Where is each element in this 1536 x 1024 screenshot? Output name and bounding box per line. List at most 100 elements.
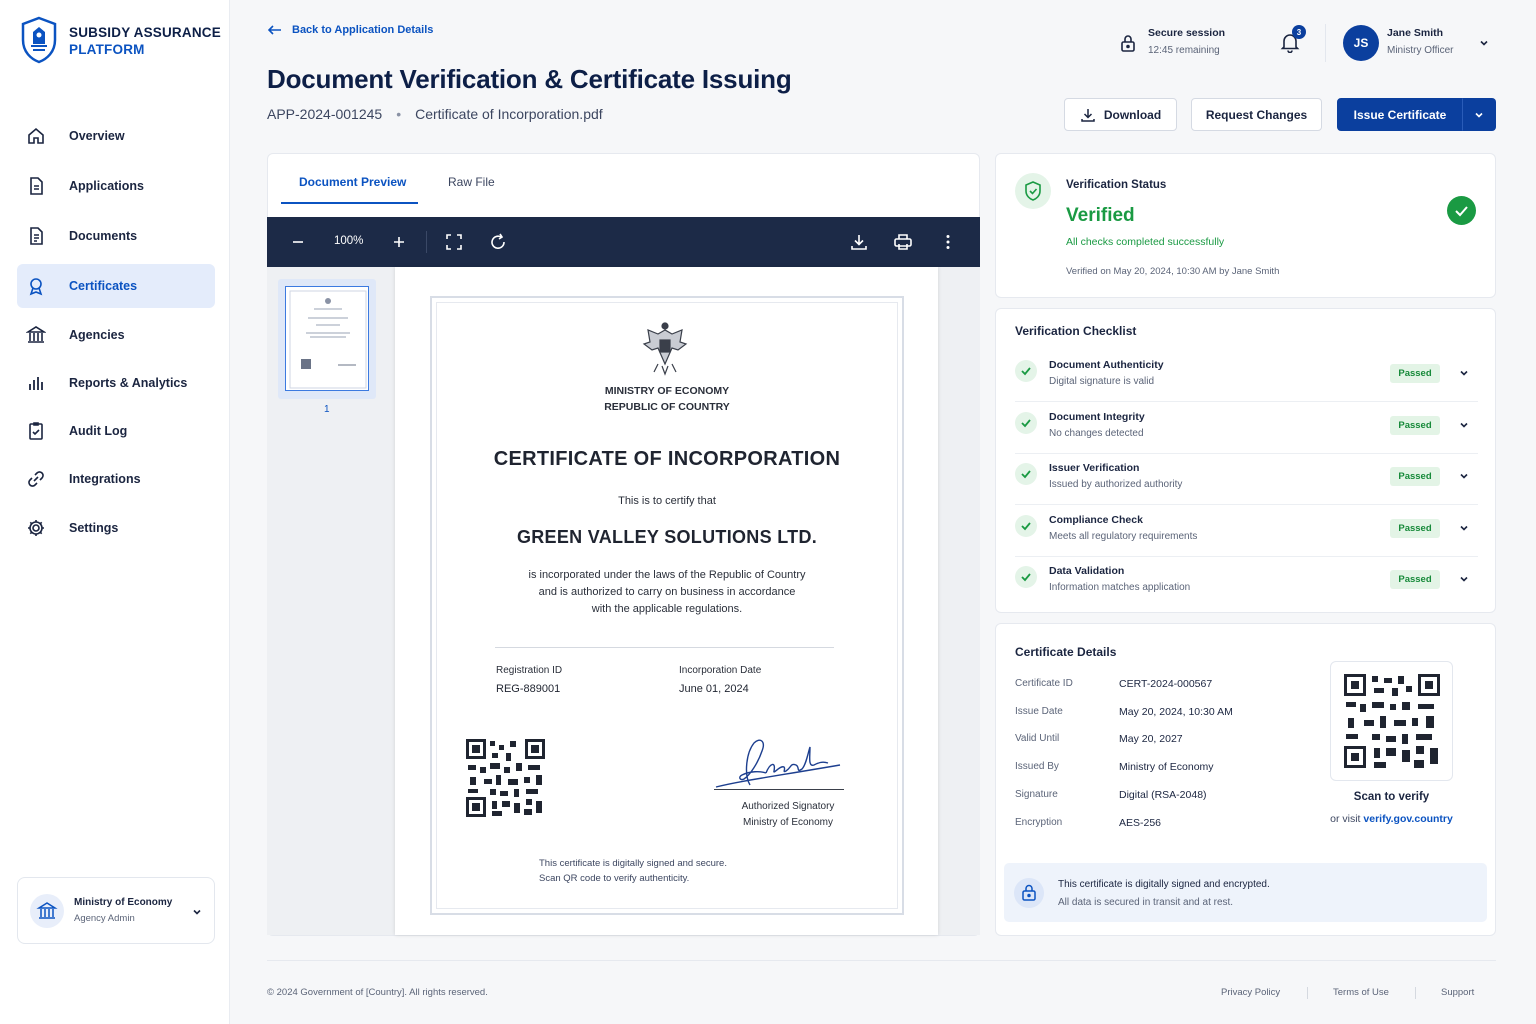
issued-by-value: Ministry of Economy xyxy=(1119,761,1214,773)
ministry-line2: REPUBLIC OF COUNTRY xyxy=(604,401,730,413)
sidebar-item-label: Certificates xyxy=(69,279,138,293)
checklist-item-data-validation: Data Validation Information matches appl… xyxy=(1015,556,1478,608)
avatar[interactable]: JS xyxy=(1343,25,1379,61)
sidebar-item-label: Integrations xyxy=(69,472,141,486)
footer-link-privacy[interactable]: Privacy Policy xyxy=(1221,987,1280,998)
detail-label: Encryption xyxy=(1015,817,1063,828)
tab-raw-file[interactable]: Raw File xyxy=(448,175,495,189)
chevron-down-icon[interactable] xyxy=(1458,367,1470,379)
checklist-item-title: Data Validation xyxy=(1049,565,1125,577)
clipboard-check-icon xyxy=(26,421,46,441)
checklist-item-subtitle: Digital signature is valid xyxy=(1049,376,1155,387)
brand-line2: PLATFORM xyxy=(69,42,145,57)
download-icon xyxy=(1080,107,1096,123)
valid-until-value: May 20, 2027 xyxy=(1119,733,1183,745)
more-options-icon[interactable] xyxy=(938,232,958,252)
detail-label: Signature xyxy=(1015,789,1058,800)
certificate-id-value: CERT-2024-000567 xyxy=(1119,678,1213,690)
checklist-item-integrity: Document Integrity No changes detected P… xyxy=(1015,402,1478,454)
sidebar-item-audit-log[interactable]: Audit Log xyxy=(17,409,215,453)
session-time: 12:45 remaining xyxy=(1148,45,1220,56)
sidebar-item-label: Settings xyxy=(69,521,119,535)
application-id: APP-2024-001245 xyxy=(267,106,383,122)
ministry-emblem xyxy=(640,320,690,376)
viewer-toolbar: 100% xyxy=(267,217,980,267)
registration-id-label: Registration ID xyxy=(496,665,563,676)
status-badge: Passed xyxy=(1390,416,1440,435)
lock-icon xyxy=(1014,878,1044,908)
footer-link-support[interactable]: Support xyxy=(1441,987,1474,998)
notification-count-badge: 3 xyxy=(1292,25,1306,39)
download-icon[interactable] xyxy=(849,232,869,252)
rotate-icon[interactable] xyxy=(488,232,508,252)
chevron-down-icon[interactable] xyxy=(1458,419,1470,431)
verification-status-title: Verification Status xyxy=(1066,179,1167,191)
check-circle-icon xyxy=(1447,196,1476,225)
home-icon xyxy=(26,126,46,146)
sidebar-item-documents[interactable]: Documents xyxy=(17,214,215,258)
org-name: Ministry of Economy xyxy=(74,897,173,908)
arrow-left-icon xyxy=(268,25,282,35)
issue-certificate-button[interactable]: Issue Certificate xyxy=(1337,98,1463,131)
certificate-divider xyxy=(495,647,834,648)
sidebar-item-label: Reports & Analytics xyxy=(69,376,188,390)
toolbar-divider xyxy=(426,231,427,253)
detail-label: Certificate ID xyxy=(1015,678,1073,689)
sidebar-item-agencies[interactable]: Agencies xyxy=(17,313,215,357)
checklist-item-subtitle: No changes detected xyxy=(1049,428,1144,439)
signature-line xyxy=(714,789,844,790)
sidebar-item-reports[interactable]: Reports & Analytics xyxy=(17,361,215,405)
checklist-item-subtitle: Information matches application xyxy=(1049,582,1191,593)
user-menu-chevron-icon[interactable] xyxy=(1478,37,1490,49)
zoom-in-icon[interactable] xyxy=(389,232,409,252)
verification-meta: Verified on May 20, 2024, 10:30 AM by Ja… xyxy=(1066,266,1280,277)
check-icon xyxy=(1015,515,1037,537)
print-icon[interactable] xyxy=(893,232,913,252)
sidebar-item-settings[interactable]: Settings xyxy=(17,506,215,550)
gear-icon xyxy=(26,518,46,538)
check-icon xyxy=(1015,360,1037,382)
issue-options-button[interactable] xyxy=(1462,98,1496,131)
chevron-down-icon[interactable] xyxy=(1458,522,1470,534)
body-line1: is incorporated under the laws of the Re… xyxy=(528,569,806,581)
company-name: GREEN VALLEY SOLUTIONS LTD. xyxy=(516,527,818,547)
back-link[interactable]: Back to Application Details xyxy=(268,24,433,36)
user-role: Ministry Officer xyxy=(1387,45,1454,56)
verification-qr-code xyxy=(1330,661,1453,781)
footer-link-terms[interactable]: Terms of Use xyxy=(1333,987,1389,998)
fullscreen-icon[interactable] xyxy=(444,232,464,252)
verify-url-prefix: or visit xyxy=(1330,813,1361,825)
verify-url-link[interactable]: verify.gov.country xyxy=(1363,813,1452,825)
request-changes-button[interactable]: Request Changes xyxy=(1191,98,1322,131)
footnote-line1: This certificate is digitally signed and… xyxy=(539,858,727,869)
status-badge: Passed xyxy=(1390,519,1440,538)
active-tab-indicator xyxy=(281,202,418,204)
signatory-org: Ministry of Economy xyxy=(742,817,834,828)
chevron-down-icon[interactable] xyxy=(1458,573,1470,585)
sidebar-item-certificates[interactable]: Certificates xyxy=(17,264,215,308)
chevron-down-icon xyxy=(191,906,203,918)
footer-separator xyxy=(1307,987,1308,999)
checklist-item-title: Document Authenticity xyxy=(1049,359,1164,371)
checklist-item-title: Issuer Verification xyxy=(1049,462,1140,474)
footer-copyright: © 2024 Government of [Country]. All righ… xyxy=(267,987,488,998)
org-switcher[interactable]: Ministry of Economy Agency Admin xyxy=(17,877,215,944)
sidebar-item-overview[interactable]: Overview xyxy=(17,114,215,158)
tab-document-preview[interactable]: Document Preview xyxy=(299,175,406,189)
lock-icon xyxy=(1118,33,1138,53)
security-notice-line1: This certificate is digitally signed and… xyxy=(1058,879,1270,890)
encryption-value: AES-256 xyxy=(1119,817,1162,829)
chevron-down-icon[interactable] xyxy=(1458,470,1470,482)
shield-check-icon xyxy=(1015,173,1051,209)
checklist-item-issuer: Issuer Verification Issued by authorized… xyxy=(1015,453,1478,505)
download-button[interactable]: Download xyxy=(1064,98,1177,131)
detail-label: Valid Until xyxy=(1015,733,1060,744)
file-name: Certificate of Incorporation.pdf xyxy=(415,106,603,122)
sidebar-item-applications[interactable]: Applications xyxy=(17,164,215,208)
sidebar-item-integrations[interactable]: Integrations xyxy=(17,457,215,501)
page-thumbnail[interactable] xyxy=(278,279,376,399)
footer-divider xyxy=(267,960,1496,961)
checklist-item-title: Document Integrity xyxy=(1049,411,1145,423)
check-icon xyxy=(1015,463,1037,485)
zoom-out-icon[interactable] xyxy=(288,232,308,252)
